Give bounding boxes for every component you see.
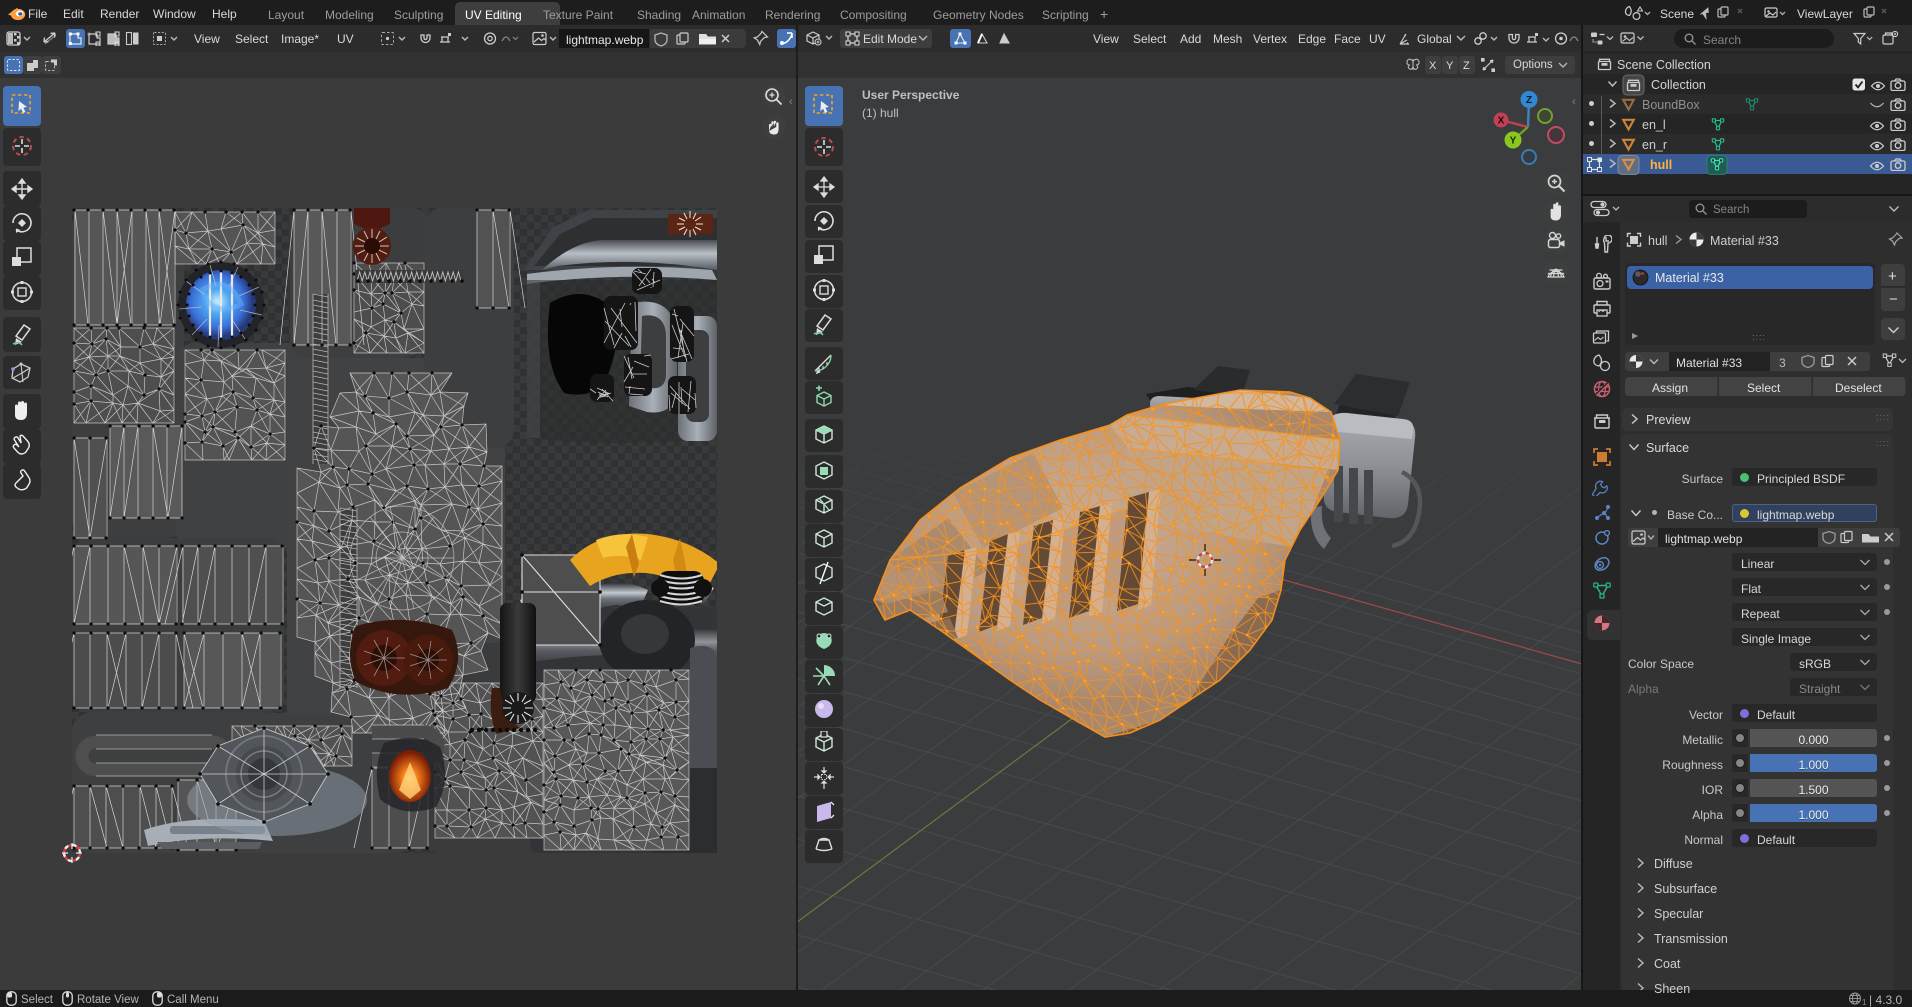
svg-text:Z: Z [1526,95,1532,106]
svg-text:X: X [1498,116,1505,127]
svg-text:Y: Y [1510,136,1517,147]
